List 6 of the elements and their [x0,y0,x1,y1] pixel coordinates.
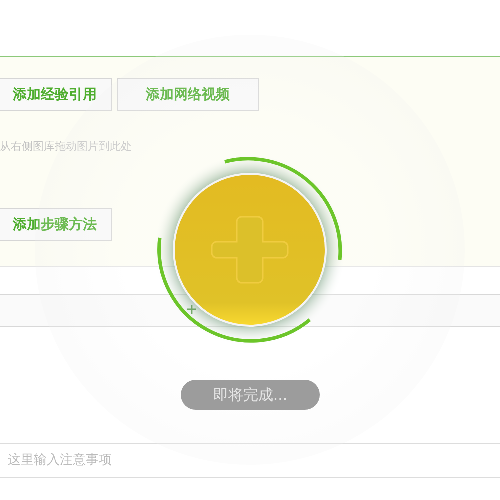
notes-input-field[interactable]: 这里输入注意事项 [0,444,500,478]
add-item-link[interactable]: + [186,302,198,318]
progress-status-label: 即将完成... [181,380,320,410]
add-step-button[interactable]: 添加步骤方法 [0,208,112,241]
add-button[interactable]: 添加经验引用 [0,78,112,111]
add-button[interactable]: 添加网络视频 [117,78,259,111]
